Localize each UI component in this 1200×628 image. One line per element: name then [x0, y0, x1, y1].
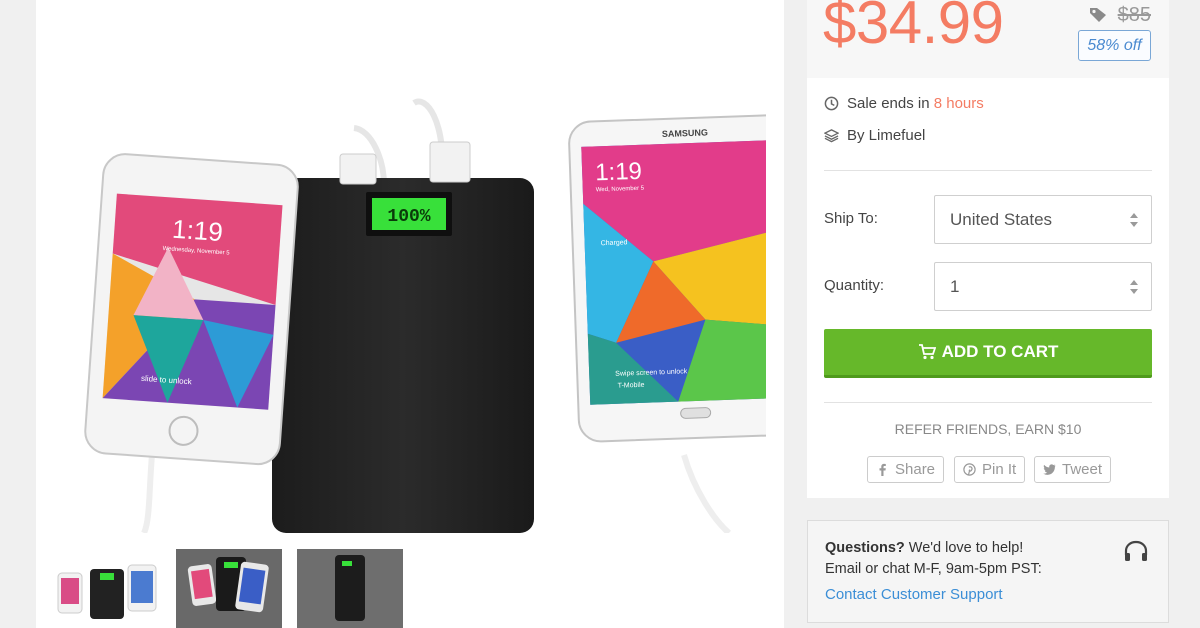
share-twitter-button[interactable]: Tweet [1034, 456, 1112, 483]
help-question-bold: Questions? [825, 540, 905, 556]
original-price: $85 [1117, 4, 1151, 26]
share-pinterest-button[interactable]: Pin It [954, 456, 1026, 483]
help-hours: Email or chat M-F, 9am-5pm PST: [825, 561, 1042, 577]
vendor-row: By Limefuel [824, 127, 925, 144]
purchase-form: Sale ends in 8 hours By Limefuel Ship To… [807, 78, 1169, 498]
add-to-cart-label: ADD TO CART [941, 342, 1059, 361]
help-question: Questions? We'd love to help! [825, 540, 1023, 556]
divider [824, 170, 1152, 171]
pinterest-icon [963, 463, 976, 476]
ship-to-label: Ship To: [824, 210, 878, 227]
cart-icon [918, 344, 936, 360]
samsung-brand: SAMSUNG [662, 127, 708, 139]
main-product-image[interactable]: 100% 1:19 Wednesday, November 5 slide to… [54, 0, 766, 533]
powerbank-display: 100% [387, 207, 430, 227]
thumbnail-1[interactable] [54, 549, 160, 628]
help-question-rest: We'd love to help! [904, 540, 1024, 556]
thumbnail-3[interactable] [297, 549, 403, 628]
add-to-cart-button[interactable]: ADD TO CART [824, 329, 1152, 378]
product-gallery: 100% 1:19 Wednesday, November 5 slide to… [36, 0, 784, 628]
select-arrows-icon [1130, 280, 1138, 294]
right-phone-carrier: T-Mobile [618, 382, 645, 390]
sale-timer: Sale ends in 8 hours [824, 95, 984, 112]
vendor-name[interactable]: By Limefuel [847, 127, 925, 144]
help-box: Questions? We'd love to help! Email or c… [807, 520, 1169, 623]
sale-prefix: Sale ends in [847, 95, 934, 112]
twitter-icon [1043, 464, 1056, 475]
right-phone-status: Charged [601, 239, 628, 247]
ship-to-value: United States [950, 210, 1053, 229]
product-photo: 100% 1:19 Wednesday, November 5 slide to… [84, 98, 766, 533]
quantity-value: 1 [950, 277, 960, 296]
refer-friends-link[interactable]: REFER FRIENDS, EARN $10 [807, 421, 1169, 437]
discount-badge: 58% off [1078, 30, 1151, 61]
headset-icon [1124, 540, 1148, 561]
facebook-icon [879, 463, 886, 476]
sale-price: $34.99 [823, 0, 1004, 56]
thumbnail-2[interactable] [176, 549, 282, 628]
right-phone-time: 1:19 [595, 158, 643, 187]
clock-icon [824, 96, 839, 111]
sale-hours: 8 hours [933, 95, 984, 112]
ship-to-select[interactable]: United States [934, 195, 1152, 244]
share-facebook-label: Share [895, 461, 936, 478]
quantity-label: Quantity: [824, 277, 885, 294]
contact-support-link[interactable]: Contact Customer Support [825, 586, 1003, 603]
share-facebook-button[interactable]: Share [867, 456, 945, 483]
divider [824, 402, 1152, 403]
share-pinterest-label: Pin It [982, 461, 1017, 478]
tag-icon [1090, 8, 1106, 22]
layers-icon [824, 129, 839, 143]
share-twitter-label: Tweet [1062, 461, 1103, 478]
price-box: $34.99 $85 58% off [807, 0, 1169, 78]
select-arrows-icon [1130, 213, 1138, 227]
quantity-select[interactable]: 1 [934, 262, 1152, 311]
left-phone-time: 1:19 [171, 214, 224, 247]
